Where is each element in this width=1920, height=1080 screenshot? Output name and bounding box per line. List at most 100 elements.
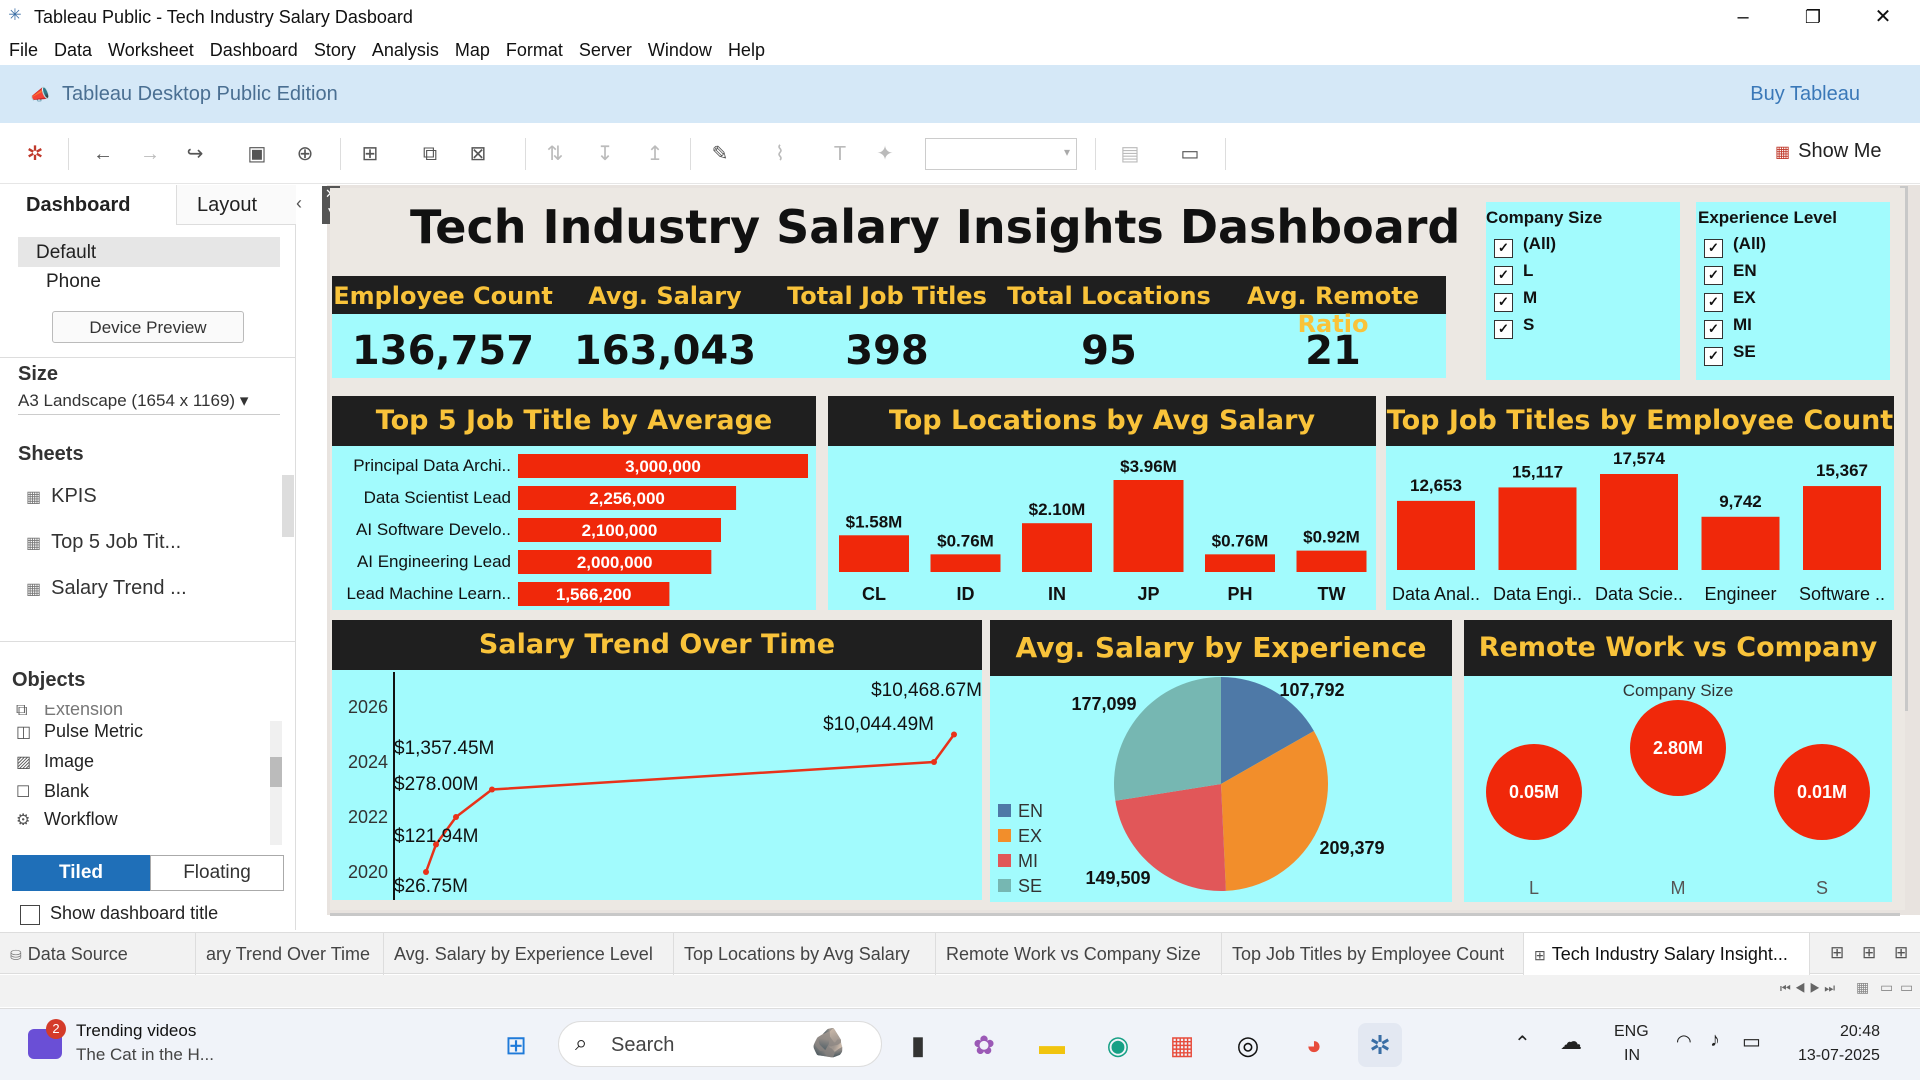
highlight-icon[interactable]: ✎: [705, 140, 735, 168]
bar[interactable]: [1296, 550, 1367, 572]
filmstrip-icon[interactable]: ▭: [1880, 979, 1893, 996]
tab-avg-salary-experience[interactable]: Avg. Salary by Experience Level: [384, 933, 674, 975]
device-default[interactable]: Default: [18, 237, 280, 267]
filter-option[interactable]: ✓ (All): [1494, 234, 1556, 258]
tableau-taskbar-icon[interactable]: ✲: [1358, 1023, 1402, 1067]
task-view-icon[interactable]: ▮: [896, 1023, 940, 1067]
chrome-icon[interactable]: ◕: [1292, 1023, 1336, 1067]
object-pulse-metric[interactable]: ◫ Pulse Metric: [16, 721, 143, 742]
sheet-item[interactable]: ▦ Top 5 Job Tit...: [26, 531, 181, 554]
tab-remote-work[interactable]: Remote Work vs Company Size: [936, 933, 1222, 975]
show-title-checkbox[interactable]: [20, 905, 40, 925]
scroll-thumb[interactable]: [270, 757, 282, 787]
filter-option[interactable]: ✓ L: [1494, 261, 1533, 285]
checkbox-checked-icon[interactable]: ✓: [1704, 320, 1723, 339]
checkbox-checked-icon[interactable]: ✓: [1494, 293, 1513, 312]
checkbox-checked-icon[interactable]: ✓: [1494, 239, 1513, 258]
save-icon[interactable]: ▣: [242, 140, 272, 168]
trend-point[interactable]: [951, 731, 957, 738]
filter-option[interactable]: ✓ S: [1494, 315, 1534, 339]
news-title[interactable]: Trending videos: [76, 1021, 196, 1041]
sort-desc-icon[interactable]: ↥: [640, 140, 670, 168]
menu-dashboard[interactable]: Dashboard: [201, 36, 305, 64]
checkbox-checked-icon[interactable]: ✓: [1494, 320, 1513, 339]
close-button[interactable]: ✕: [1860, 2, 1906, 32]
text-icon[interactable]: T: [825, 140, 855, 168]
new-datasource-icon[interactable]: ⊕: [290, 140, 320, 168]
copilot-icon[interactable]: ✿: [962, 1023, 1006, 1067]
menu-server[interactable]: Server: [570, 36, 639, 64]
object-workflow[interactable]: ⚙ Workflow: [16, 809, 118, 825]
menu-format[interactable]: Format: [497, 36, 570, 64]
trend-point[interactable]: [423, 869, 429, 875]
new-story-icon[interactable]: ⊞: [1894, 943, 1908, 963]
sort-asc-icon[interactable]: ↧: [590, 140, 620, 168]
checkbox-checked-icon[interactable]: ✓: [1704, 293, 1723, 312]
paperclip-icon[interactable]: ⌇: [765, 140, 795, 168]
sheet-item[interactable]: ▦ Salary Trend ...: [26, 577, 187, 600]
bar[interactable]: [1600, 474, 1678, 570]
menu-story[interactable]: Story: [305, 36, 363, 64]
checkbox-checked-icon[interactable]: ✓: [1704, 347, 1723, 366]
search-box[interactable]: ⌕ Search 🪨: [558, 1021, 882, 1067]
tab-top-locations[interactable]: Top Locations by Avg Salary: [674, 933, 936, 975]
cloud-icon[interactable]: ☁: [1560, 1029, 1582, 1055]
buy-tableau-link[interactable]: Buy Tableau: [1750, 83, 1860, 106]
redo-icon[interactable]: →: [135, 140, 165, 168]
menu-help[interactable]: Help: [719, 36, 772, 64]
tab-top-job-titles[interactable]: Top Job Titles by Employee Count: [1222, 933, 1524, 975]
filter-option[interactable]: ✓ EN: [1704, 261, 1757, 285]
filter-option[interactable]: ✓ SE: [1704, 342, 1756, 366]
floating-button[interactable]: Floating: [150, 855, 284, 891]
checkbox-checked-icon[interactable]: ✓: [1704, 239, 1723, 258]
clock-time[interactable]: 20:48: [1840, 1023, 1880, 1041]
menu-map[interactable]: Map: [446, 36, 497, 64]
filter-option[interactable]: ✓ (All): [1704, 234, 1766, 258]
checkbox-checked-icon[interactable]: ✓: [1494, 266, 1513, 285]
bar[interactable]: [930, 554, 1001, 572]
checkbox-checked-icon[interactable]: ✓: [1704, 266, 1723, 285]
show-me-button[interactable]: ▦ Show Me: [1775, 140, 1882, 163]
filter-option[interactable]: ✓ M: [1494, 288, 1537, 312]
tab-nav-arrows[interactable]: ⏮◀▶⏭: [1780, 981, 1839, 996]
sheet-item[interactable]: ▦ KPIS: [26, 485, 97, 508]
bar[interactable]: [1498, 487, 1577, 570]
bar[interactable]: [1397, 500, 1475, 570]
size-dropdown[interactable]: A3 Landscape (1654 x 1169) ▾: [18, 391, 280, 415]
tab-salary-trend[interactable]: ary Trend Over Time: [196, 933, 384, 975]
tiled-button[interactable]: Tiled: [12, 855, 150, 891]
sheets-scrollbar[interactable]: [282, 475, 294, 537]
tableau-logo-icon[interactable]: ✲: [20, 140, 50, 168]
clear-sheet-icon[interactable]: ⊠: [463, 140, 493, 168]
bar[interactable]: [1803, 486, 1881, 570]
restore-button[interactable]: ❐: [1790, 2, 1836, 32]
collapse-panel-icon[interactable]: ‹: [296, 193, 302, 214]
grid-view-icon[interactable]: ▦: [1856, 979, 1869, 996]
swap-icon[interactable]: ⇅: [540, 140, 570, 168]
trend-point[interactable]: [453, 814, 459, 820]
chevron-up-icon[interactable]: ⌃: [1514, 1031, 1531, 1056]
show-labels-icon[interactable]: ▤: [1115, 140, 1145, 168]
new-dashboard-icon[interactable]: ⊞: [1862, 943, 1876, 963]
menu-data[interactable]: Data: [45, 36, 99, 64]
filter-option[interactable]: ✓ EX: [1704, 288, 1756, 312]
canvas-h-scrollbar[interactable]: [330, 913, 1900, 916]
device-phone[interactable]: Phone: [46, 271, 101, 293]
filter-option[interactable]: ✓ MI: [1704, 315, 1752, 339]
bar[interactable]: [1701, 516, 1780, 570]
volume-icon[interactable]: ♪: [1710, 1029, 1720, 1052]
language-label[interactable]: ENG: [1614, 1023, 1649, 1041]
bar[interactable]: [1113, 480, 1184, 572]
device-preview-button[interactable]: Device Preview: [52, 311, 244, 343]
trend-point[interactable]: [489, 786, 495, 793]
fit-dropdown[interactable]: ▾: [925, 138, 1077, 170]
object-extension[interactable]: ⧉ Extension: [16, 705, 123, 720]
new-worksheet-icon[interactable]: ⊞: [1830, 943, 1844, 963]
bar[interactable]: [1205, 554, 1275, 572]
presentation-icon[interactable]: ▭: [1175, 140, 1205, 168]
windows-start-icon[interactable]: ⊞: [494, 1023, 538, 1067]
object-image[interactable]: ▨ Image: [16, 751, 94, 772]
tab-dashboard[interactable]: Dashboard: [0, 185, 176, 225]
wifi-icon[interactable]: ◠: [1676, 1031, 1692, 1052]
tab-layout[interactable]: Layout: [176, 185, 296, 225]
